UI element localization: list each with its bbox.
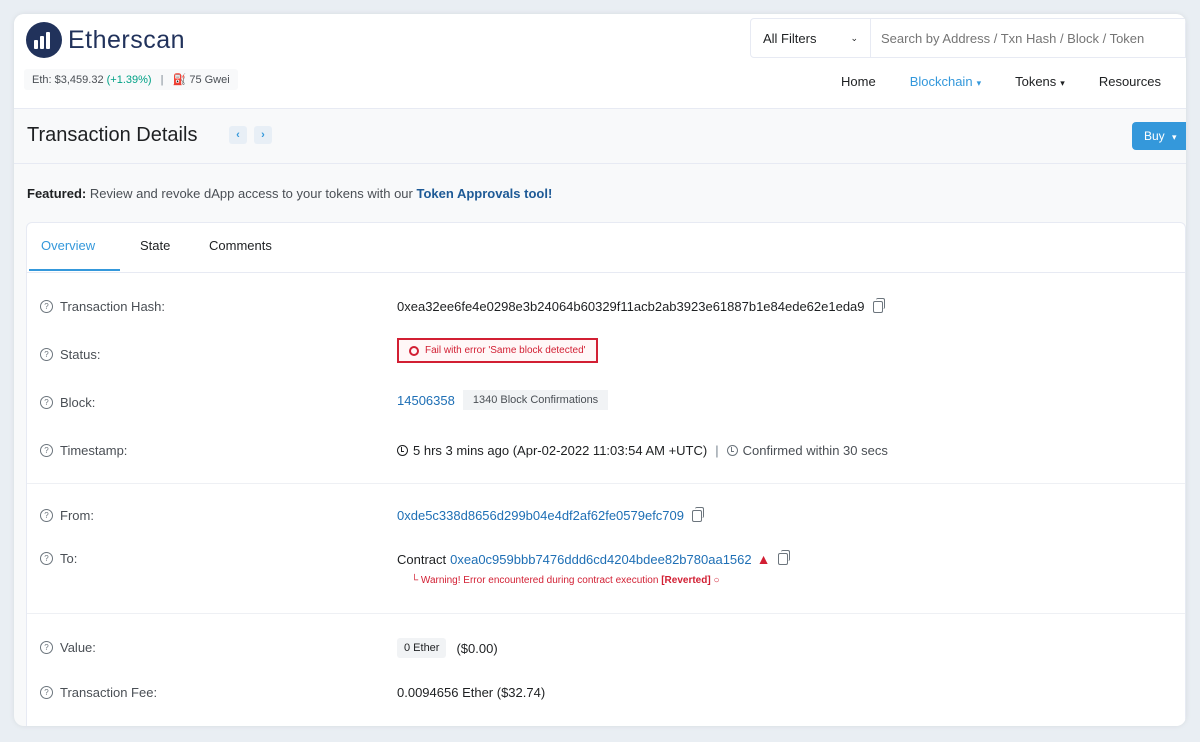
- question-icon[interactable]: ?: [40, 396, 53, 409]
- chevron-down-icon: ⌄: [850, 32, 858, 43]
- filter-label: All Filters: [763, 30, 817, 46]
- active-tab-indicator: [29, 269, 120, 271]
- transaction-fee: 0.0094656 Ether ($32.74): [397, 685, 546, 700]
- etherscan-logo-icon: [26, 22, 62, 58]
- eth-price: Eth: $3,459.32: [32, 74, 104, 86]
- buy-button[interactable]: Buy ▾: [1132, 122, 1186, 150]
- gas-icon: ⛽: [172, 74, 187, 86]
- page-title: Transaction Details: [27, 124, 198, 146]
- main-nav: Home Blockchain ▾ Tokens ▾ Resources: [824, 74, 1178, 89]
- copy-icon[interactable]: [692, 506, 704, 522]
- clock-icon: [397, 445, 408, 456]
- divider: [27, 613, 1185, 614]
- status-badge: Fail with error 'Same block detected': [397, 338, 598, 363]
- tab-comments[interactable]: Comments: [209, 238, 272, 253]
- status-label: Status:: [60, 347, 101, 362]
- warning-text: Warning! Error encountered during contra…: [420, 575, 659, 586]
- gas-price[interactable]: 75 Gwei: [189, 74, 229, 86]
- header: Etherscan Eth: $3,459.32 (+1.39%) | ⛽ 75…: [14, 14, 1186, 109]
- search-input[interactable]: [871, 19, 1185, 57]
- tab-overview[interactable]: Overview: [41, 238, 95, 253]
- timestamp-label: Timestamp:: [60, 443, 128, 458]
- info-circle-icon[interactable]: ○: [713, 575, 719, 586]
- hash-label: Transaction Hash:: [60, 299, 166, 314]
- reverted-label: [Reverted]: [661, 575, 711, 586]
- nav-resources[interactable]: Resources: [1082, 74, 1178, 89]
- eth-price-bar: Eth: $3,459.32 (+1.39%) | ⛽ 75 Gwei: [24, 69, 238, 90]
- copy-icon[interactable]: [778, 550, 791, 565]
- question-icon[interactable]: ?: [40, 348, 53, 361]
- filter-dropdown[interactable]: All Filters ⌄: [751, 19, 871, 57]
- token-approvals-link[interactable]: Token Approvals tool!: [417, 186, 553, 201]
- transaction-hash: 0xea32ee6fe4e0298e3b24064b60329f11acb2ab…: [397, 299, 865, 314]
- block-link[interactable]: 14506358: [397, 393, 455, 408]
- question-icon[interactable]: ?: [40, 641, 53, 654]
- nav-tokens[interactable]: Tokens ▾: [998, 74, 1082, 89]
- chevron-down-icon: ▾: [1060, 78, 1065, 88]
- from-address-link[interactable]: 0xde5c338d8656d299b04e4df2af62fe0579efc7…: [397, 508, 684, 523]
- question-icon[interactable]: ?: [40, 300, 53, 313]
- prev-transaction-button[interactable]: ‹: [229, 126, 247, 144]
- etherscan-logo[interactable]: Etherscan: [26, 22, 185, 58]
- search-bar: All Filters ⌄: [750, 18, 1186, 58]
- arrow-icon: └: [411, 575, 421, 586]
- clock-icon: [726, 445, 738, 456]
- question-icon[interactable]: ?: [40, 686, 53, 699]
- tab-state[interactable]: State: [140, 238, 170, 253]
- divider: [27, 483, 1185, 484]
- question-icon[interactable]: ?: [40, 444, 53, 457]
- question-icon[interactable]: ?: [40, 509, 53, 522]
- next-transaction-button[interactable]: ›: [254, 126, 272, 144]
- featured-banner: Featured: Review and revoke dApp access …: [27, 186, 552, 201]
- error-circle-icon: [409, 345, 419, 356]
- to-label: To:: [60, 551, 78, 566]
- logo-text: Etherscan: [68, 25, 186, 54]
- browser-frame: Etherscan Eth: $3,459.32 (+1.39%) | ⛽ 75…: [14, 14, 1186, 726]
- chevron-down-icon: ▾: [1172, 132, 1177, 142]
- timestamp-value: 5 hrs 3 mins ago (Apr-02-2022 11:03:54 A…: [413, 443, 708, 458]
- value-label: Value:: [60, 640, 96, 655]
- separator: |: [715, 443, 719, 458]
- fee-label: Transaction Fee:: [60, 685, 158, 700]
- transaction-card: Overview State Comments ? Transaction Has…: [26, 222, 1186, 726]
- value-ether-badge: 0 Ether: [397, 638, 447, 658]
- featured-label: Featured:: [27, 186, 87, 201]
- block-confirmations: 1340 Block Confirmations: [462, 390, 609, 410]
- gas-separator: |: [160, 74, 164, 86]
- confirmed-within: Confirmed within 30 secs: [742, 443, 888, 458]
- warning-triangle-icon: ▲: [756, 551, 771, 567]
- question-icon[interactable]: ?: [40, 552, 53, 565]
- value-usd: ($0.00): [456, 640, 498, 656]
- nav-home[interactable]: Home: [824, 74, 893, 89]
- eth-change: (+1.39%): [106, 74, 152, 86]
- to-address-link[interactable]: 0xea0c959bbb7476ddd6cd4204bdee82b780aa15…: [450, 552, 751, 567]
- title-row: Transaction Details ‹ › Buy ▾: [14, 110, 1186, 164]
- chevron-down-icon: ▾: [976, 78, 982, 88]
- featured-text: Review and revoke dApp access to your to…: [89, 186, 413, 201]
- from-label: From:: [60, 508, 94, 523]
- contract-prefix: Contract: [397, 551, 447, 567]
- nav-blockchain[interactable]: Blockchain ▾: [893, 74, 998, 89]
- copy-icon[interactable]: [872, 297, 885, 313]
- tabs: Overview State Comments: [27, 223, 1185, 273]
- status-text: Fail with error 'Same block detected': [425, 345, 586, 356]
- execution-warning: └ Warning! Error encountered during cont…: [411, 575, 720, 586]
- block-label: Block:: [60, 395, 96, 410]
